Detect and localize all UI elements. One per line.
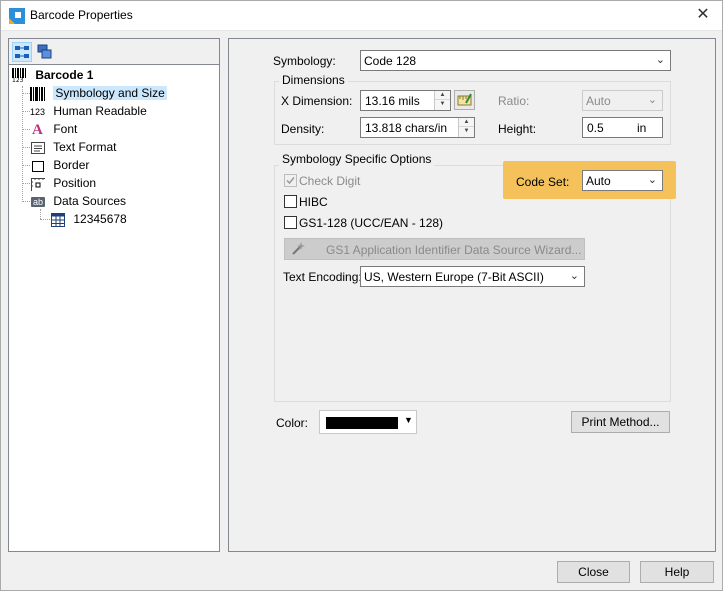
tree-connector: [22, 129, 30, 130]
tree-item-human-readable[interactable]: 123 Human Readable: [30, 102, 147, 120]
ratio-value: Auto: [586, 94, 611, 108]
app-logo-icon: [9, 8, 25, 24]
spin-up-button[interactable]: ▲: [435, 91, 450, 100]
help-button[interactable]: Help: [640, 561, 714, 583]
spin-up-button[interactable]: ▲: [459, 118, 474, 127]
ruler-pencil-icon: [457, 93, 472, 106]
height-label: Height:: [498, 122, 537, 136]
code-set-label: Code Set:: [516, 175, 570, 189]
tree-item-label: Symbology and Size: [53, 86, 167, 100]
text-encoding-label: Text Encoding:: [283, 270, 362, 284]
chevron-down-icon: ⌄: [647, 174, 657, 186]
spin-down-button[interactable]: ▼: [435, 100, 450, 109]
symbology-value: Code 128: [364, 54, 417, 68]
tree-item-symbology-and-size[interactable]: Symbology and Size: [30, 84, 167, 102]
text-encoding-select[interactable]: US, Western Europe (7-Bit ASCII) ⌄: [360, 266, 585, 287]
tree-item-font[interactable]: A Font: [30, 120, 77, 138]
border-icon: [30, 158, 46, 174]
layers-icon: [37, 44, 52, 59]
tree-item-label: Position: [53, 176, 97, 190]
chevron-down-icon: ⌄: [569, 270, 579, 282]
position-icon: [30, 176, 46, 192]
chevron-down-icon: ⌄: [655, 54, 665, 66]
caret-down-icon: ▼: [404, 415, 413, 425]
close-icon[interactable]: ✕: [691, 4, 715, 26]
x-dimension-value: 13.16 mils: [365, 94, 420, 108]
check-digit-checkbox: [284, 174, 297, 187]
gs1-wizard-button: GS1 Application Identifier Data Source W…: [284, 238, 585, 260]
tree-item-label: Text Format: [53, 140, 117, 154]
dimensions-group-title: Dimensions: [279, 73, 348, 87]
tree-item-label: Font: [53, 122, 78, 136]
tree-connector: [22, 147, 30, 148]
tree-item-label: Data Sources: [53, 194, 127, 208]
chevron-down-icon: ⌄: [647, 94, 657, 106]
tree-connector: [22, 93, 30, 94]
tree-connector: [22, 111, 30, 112]
barcode-icon: 123: [12, 67, 28, 84]
tree-item-barcode-root[interactable]: 123 Barcode 1: [12, 66, 93, 84]
tree-item-text-format[interactable]: Text Format: [30, 138, 116, 156]
barcode-bars-icon: [30, 86, 46, 102]
hibc-checkbox[interactable]: [284, 195, 297, 208]
tree-item-border[interactable]: Border: [30, 156, 89, 174]
color-picker[interactable]: ▼: [319, 410, 417, 434]
tree-item-label: Human Readable: [53, 104, 147, 118]
color-label: Color:: [276, 416, 309, 430]
title-bar: Barcode Properties ✕: [0, 0, 723, 31]
gs1-128-label: GS1-128 (UCC/EAN - 128): [299, 216, 444, 230]
height-input[interactable]: 0.5 in: [582, 117, 663, 138]
density-spinner[interactable]: 13.818 chars/in ▲ ▼: [360, 117, 475, 138]
tree-connector: [22, 86, 23, 202]
code-set-select[interactable]: Auto ⌄: [582, 170, 663, 191]
code-set-value: Auto: [586, 174, 611, 188]
human-readable-123-icon: 123: [30, 106, 46, 117]
magic-wand-icon: [292, 242, 305, 255]
tree-connector: [22, 201, 30, 202]
tree-item-data-sources[interactable]: ab Data Sources: [30, 192, 126, 210]
tree-panel: 123 Barcode 1 Symbology and Size 123 Hum…: [8, 38, 220, 552]
symbology-select[interactable]: Code 128 ⌄: [360, 50, 671, 71]
tree-connector: [40, 219, 50, 220]
height-value: 0.5: [587, 121, 604, 135]
text-encoding-value: US, Western Europe (7-Bit ASCII): [364, 270, 544, 284]
tree-item-position[interactable]: Position: [30, 174, 96, 192]
text-format-icon: [30, 140, 46, 156]
data-source-grid-icon: [50, 212, 66, 228]
check-digit-label: Check Digit: [299, 174, 361, 188]
window-title: Barcode Properties: [30, 8, 133, 22]
height-unit: in: [637, 121, 647, 135]
tree-view-icon: [15, 46, 29, 58]
tree-toolbar: [9, 39, 219, 65]
x-dimension-spinner[interactable]: 13.16 mils ▲ ▼: [360, 90, 451, 111]
symbology-label: Symbology:: [273, 54, 336, 68]
tree-connector: [22, 183, 30, 184]
ratio-select: Auto ⌄: [582, 90, 663, 111]
data-sources-icon: ab: [31, 196, 45, 207]
spin-down-button[interactable]: ▼: [459, 127, 474, 136]
tree-item-label: 12345678: [73, 212, 127, 226]
print-method-button[interactable]: Print Method...: [571, 411, 670, 433]
x-dimension-calculator-button[interactable]: [454, 90, 475, 110]
properties-panel: Symbology: Code 128 ⌄ Dimensions X Dimen…: [228, 38, 716, 552]
ratio-label: Ratio:: [498, 94, 530, 108]
density-value: 13.818 chars/in: [365, 121, 448, 135]
color-swatch: [326, 417, 398, 429]
tree-view-button[interactable]: [12, 42, 32, 62]
checkmark-icon: [286, 177, 295, 185]
hibc-label: HIBC: [299, 195, 328, 209]
tree-connector: [40, 209, 41, 219]
gs1-wizard-label: GS1 Application Identifier Data Source W…: [326, 243, 582, 257]
tree-root-label: Barcode 1: [35, 68, 94, 82]
tree-item-label: Border: [53, 158, 90, 172]
density-label: Density:: [281, 122, 325, 136]
tree-connector: [22, 165, 30, 166]
category-view-button[interactable]: [35, 42, 55, 62]
symbology-options-title: Symbology Specific Options: [279, 152, 435, 166]
close-button[interactable]: Close: [557, 561, 630, 583]
gs1-128-checkbox[interactable]: [284, 216, 297, 229]
font-icon: A: [32, 121, 43, 138]
tree-item-data-source-value[interactable]: 12345678: [50, 210, 127, 228]
x-dimension-label: X Dimension:: [281, 94, 353, 108]
